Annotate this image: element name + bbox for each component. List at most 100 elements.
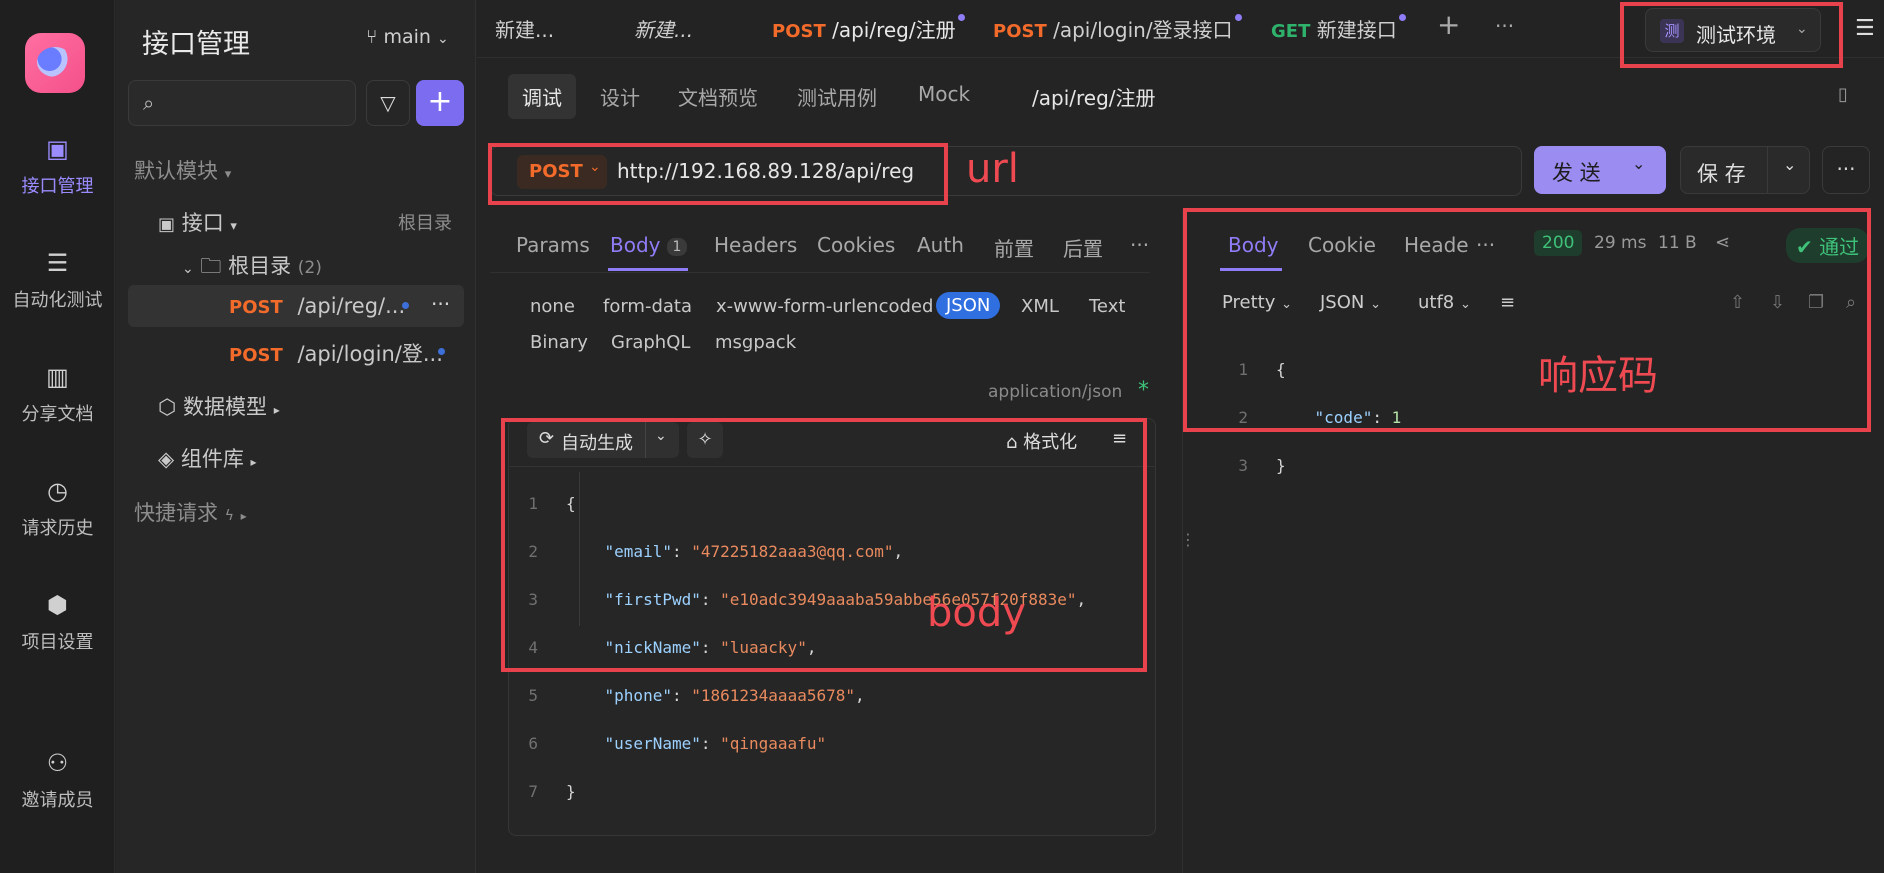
- rail-item-api[interactable]: ▣ 接口管理: [0, 134, 115, 198]
- api-node-label: 接口: [181, 211, 224, 235]
- subtab-mock[interactable]: Mock: [918, 82, 970, 106]
- folder-icon: 🗀: [200, 254, 222, 278]
- tab-params[interactable]: Params: [516, 233, 590, 257]
- body-type-urlencoded[interactable]: x-www-form-urlencoded: [716, 296, 933, 317]
- tab-body[interactable]: Body 1: [610, 233, 688, 257]
- tab-new-2[interactable]: 新建...: [634, 14, 693, 43]
- tab-label: /api/reg/注册: [832, 18, 956, 42]
- tree-folder[interactable]: ⌄ 🗀 根目录 (2): [182, 250, 322, 287]
- tab-auth[interactable]: Auth: [917, 233, 964, 257]
- tab-more-button[interactable]: ···: [1495, 14, 1514, 38]
- tab-bar: 新建... 新建... POST /api/reg/注册 POST /api/l…: [477, 0, 1884, 68]
- tab-reg[interactable]: POST /api/reg/注册: [772, 14, 965, 43]
- tab-pre[interactable]: 前置: [994, 233, 1034, 262]
- tree-quick-request[interactable]: 快捷请求 ϟ ▸: [134, 497, 247, 527]
- body-type-graphql[interactable]: GraphQL: [611, 332, 690, 353]
- tree-default-module[interactable]: 默认模块 ▾: [134, 155, 231, 185]
- tab-post[interactable]: 后置: [1063, 233, 1103, 262]
- panel-toggle-icon[interactable]: ▯: [1838, 84, 1848, 105]
- rail-item-automation[interactable]: ☰ 自动化测试: [0, 248, 115, 312]
- method-badge: POST: [993, 21, 1047, 42]
- rail-item-history[interactable]: ◷ 请求历史: [0, 476, 115, 540]
- rail-item-settings[interactable]: ⬢ 项目设置: [0, 590, 115, 654]
- tab-get-new[interactable]: GET 新建接口: [1271, 14, 1406, 43]
- tab-new-1[interactable]: 新建...: [495, 14, 554, 43]
- divider: [1767, 147, 1768, 193]
- filter-button[interactable]: ▽: [366, 80, 410, 126]
- rail-label: 自动化测试: [12, 290, 103, 311]
- add-button[interactable]: +: [416, 80, 464, 126]
- more-icon[interactable]: ···: [431, 292, 450, 316]
- caret-right-icon: ▸: [240, 509, 247, 523]
- send-button[interactable]: 发 送 ⌄: [1534, 146, 1666, 194]
- unsaved-dot: [402, 302, 409, 309]
- body-type-binary[interactable]: Binary: [530, 332, 588, 353]
- save-button[interactable]: 保 存 ⌄: [1680, 146, 1810, 194]
- tree-item-reg[interactable]: POST /api/reg/...: [229, 294, 405, 318]
- body-type-json[interactable]: JSON: [936, 292, 1001, 319]
- add-tab-button[interactable]: +: [1437, 8, 1460, 41]
- search-icon: ⌕: [143, 91, 155, 115]
- subtab-debug[interactable]: 调试: [508, 74, 576, 119]
- save-label: 保 存: [1697, 162, 1746, 186]
- subtab-label: 测试用例: [797, 86, 877, 110]
- caret-right-icon: ▸: [273, 403, 280, 417]
- tab-label: 后置: [1063, 237, 1103, 261]
- line-number: 6: [528, 734, 538, 753]
- menu-icon[interactable]: ☰: [1855, 16, 1875, 41]
- content-type-label: application/json: [988, 382, 1123, 402]
- api-node-icon: ▣: [158, 214, 176, 235]
- subtab-test-cases[interactable]: 测试用例: [797, 82, 877, 111]
- json-value: "qingaaafu": [720, 734, 827, 753]
- branch-icon: ⑂: [366, 26, 384, 48]
- search-input[interactable]: ⌕: [128, 80, 356, 126]
- cube-icon: ⬡: [158, 395, 177, 419]
- body-type-none[interactable]: none: [530, 296, 575, 317]
- tree-components[interactable]: ◈ 组件库 ▸: [158, 443, 257, 473]
- tree-data-model[interactable]: ⬡ 数据模型 ▸: [158, 391, 280, 421]
- tab-login[interactable]: POST /api/login/登录接口: [993, 14, 1242, 43]
- rail-label: 接口管理: [21, 176, 94, 197]
- book-icon: ▥: [46, 363, 69, 391]
- json-key: "phone": [604, 686, 672, 705]
- rail-label: 邀请成员: [21, 790, 94, 811]
- quick-request-label: 快捷请求: [134, 501, 218, 525]
- code-text: }: [566, 782, 576, 801]
- tree-api-node[interactable]: ▣ 接口 ▾: [158, 207, 237, 237]
- subtab-label: Mock: [918, 82, 971, 106]
- rail-item-invite[interactable]: ⚇ 邀请成员: [0, 748, 115, 812]
- subtab-design[interactable]: 设计: [600, 82, 640, 111]
- json-key: "userName": [604, 734, 701, 753]
- folder-label: 根目录: [228, 254, 292, 278]
- chevron-down-icon: ⌄: [1783, 155, 1797, 174]
- annotation-label-body: body: [927, 590, 1026, 636]
- annotation-box-body: [501, 418, 1147, 672]
- tab-label: 新建接口: [1316, 18, 1397, 42]
- subtab-doc-preview[interactable]: 文档预览: [678, 82, 758, 111]
- rail-item-docs[interactable]: ▥ 分享文档: [0, 362, 115, 426]
- tab-label: 新建...: [634, 18, 694, 42]
- more-button[interactable]: ···: [1822, 146, 1870, 194]
- annotation-label-url: url: [966, 146, 1019, 192]
- chevron-down-icon: ⌄: [182, 261, 194, 277]
- more-icon: ···: [1836, 157, 1856, 181]
- tab-headers[interactable]: Headers: [714, 233, 797, 257]
- sidebar: 接口管理 ⑂ main ⌄ ⌕ ▽ + 默认模块 ▾ ▣ 接口 ▾ 根目录 ⌄ …: [116, 0, 476, 873]
- divider: [490, 272, 1150, 273]
- json-value: "1861234aaaa5678": [691, 686, 855, 705]
- annotation-box-env: [1620, 2, 1843, 68]
- tabs-more-icon[interactable]: ···: [1130, 233, 1149, 257]
- branch-selector[interactable]: ⑂ main ⌄: [366, 26, 449, 48]
- rail-label: 项目设置: [21, 632, 94, 653]
- folder-count: (2): [297, 258, 322, 278]
- annotation-label-response-code: 响应码: [1538, 353, 1658, 399]
- body-type-text[interactable]: Text: [1089, 296, 1125, 317]
- drag-handle-icon[interactable]: ⋮: [1180, 530, 1196, 549]
- body-type-form-data[interactable]: form-data: [603, 296, 692, 317]
- tree-item-login[interactable]: POST /api/login/登...: [229, 338, 443, 368]
- caret-icon: ▾: [230, 219, 237, 234]
- annotation-box-response: [1183, 208, 1871, 432]
- tab-cookies[interactable]: Cookies: [817, 233, 895, 257]
- body-type-msgpack[interactable]: msgpack: [715, 332, 796, 353]
- body-type-xml[interactable]: XML: [1021, 296, 1059, 317]
